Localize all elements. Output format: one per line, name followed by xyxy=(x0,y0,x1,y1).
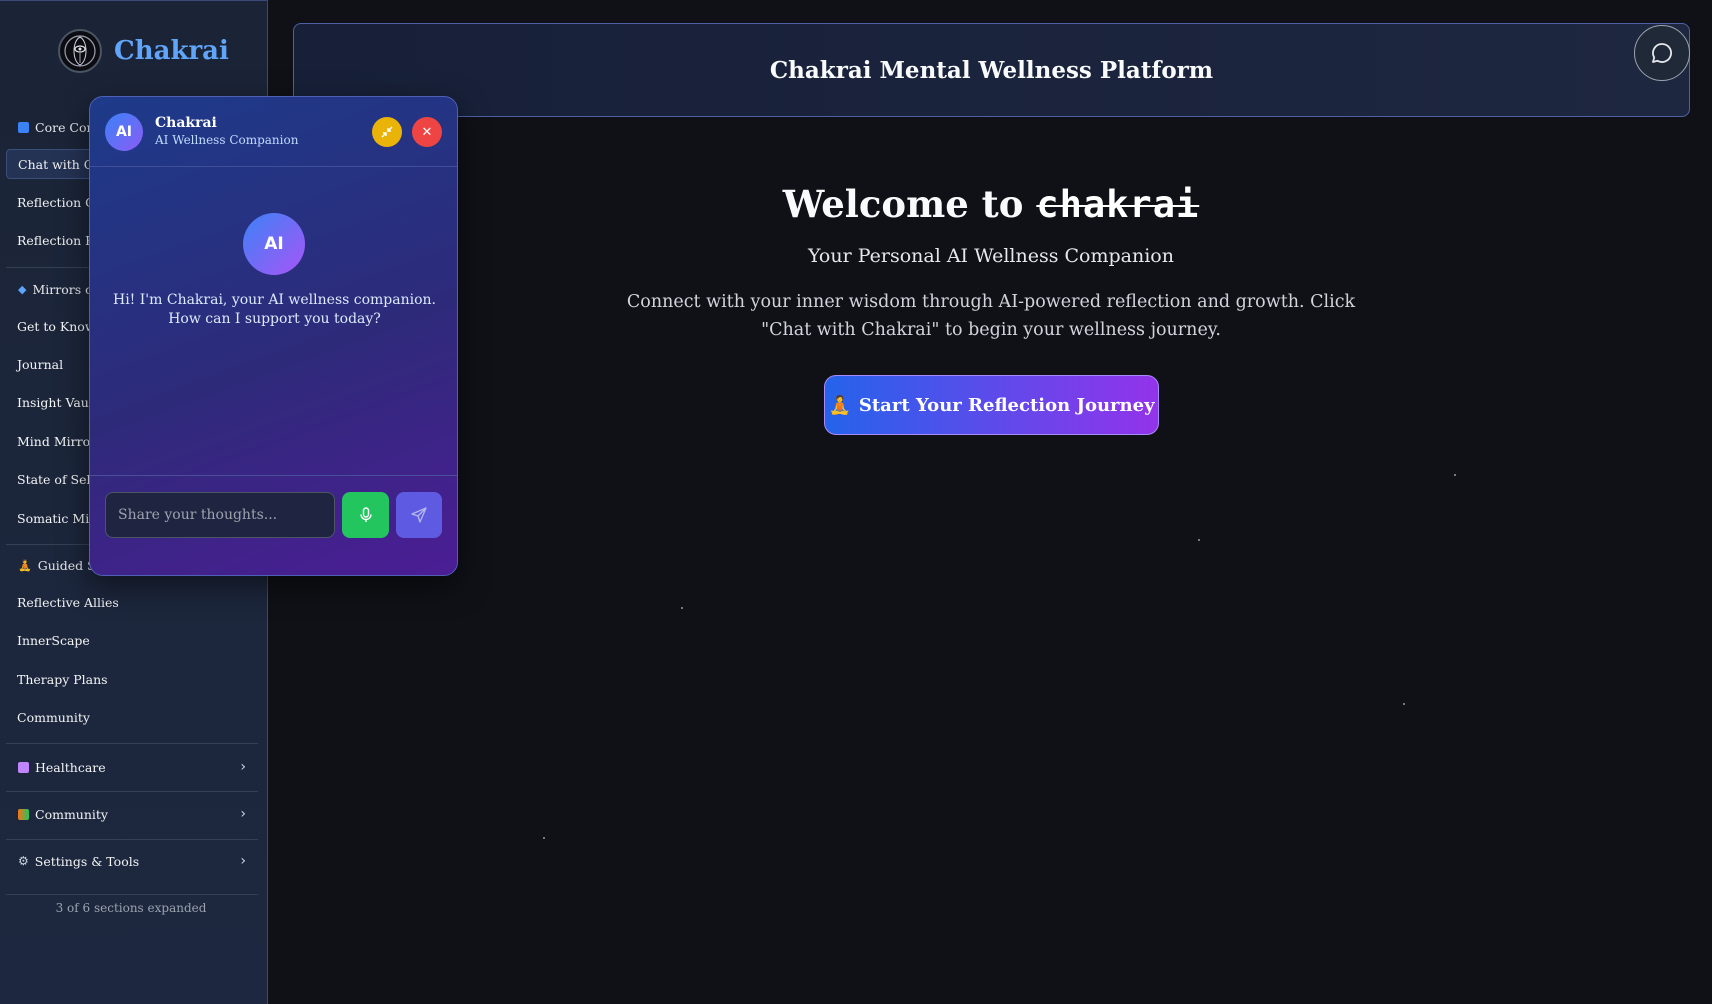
sidebar-item-community[interactable]: Community xyxy=(17,710,90,725)
start-reflection-button[interactable]: 🧘 Start Your Reflection Journey xyxy=(824,375,1159,435)
close-icon: ✕ xyxy=(421,124,433,140)
microphone-icon xyxy=(359,507,372,522)
sections-status: 3 of 6 sections expanded xyxy=(55,901,207,915)
divider xyxy=(6,839,258,840)
chakrai-logo-icon xyxy=(58,29,102,73)
chevron-right-icon: › xyxy=(240,853,246,869)
section-healthcare[interactable]: Healthcare › xyxy=(18,759,246,775)
sidebar-item-insight-vault[interactable]: Insight Vault xyxy=(17,395,98,410)
divider xyxy=(6,894,258,895)
avatar: AI xyxy=(105,113,143,151)
open-chat-button[interactable] xyxy=(1634,25,1690,81)
minimize-button[interactable] xyxy=(372,117,402,147)
section-label: Healthcare xyxy=(35,759,106,775)
sidebar-item-mind-mirror[interactable]: Mind Mirror xyxy=(17,434,96,449)
blue-square-icon xyxy=(18,122,29,133)
hero-welcome: Welcome to xyxy=(782,182,1024,226)
chat-name: Chakrai xyxy=(155,115,217,131)
message-input[interactable] xyxy=(105,492,335,538)
brand[interactable]: Chakrai xyxy=(58,29,229,73)
sidebar-item-reflective-allies[interactable]: Reflective Allies xyxy=(17,595,119,610)
hero-brand-word: chakrai xyxy=(1036,183,1200,226)
meditation-icon: 🧘 xyxy=(828,394,851,416)
chat-header: AI Chakrai AI Wellness Companion ✕ xyxy=(90,97,457,167)
send-icon xyxy=(411,507,427,523)
divider xyxy=(6,743,258,744)
page-header: Chakrai Mental Wellness Platform xyxy=(293,23,1690,117)
meditation-icon: 🧘 xyxy=(18,559,32,572)
section-settings-tools[interactable]: ⚙ Settings & Tools › xyxy=(18,853,246,869)
cta-label: Start Your Reflection Journey xyxy=(858,394,1155,416)
chevron-right-icon: › xyxy=(240,759,246,775)
sidebar-item-journal[interactable]: Journal xyxy=(17,357,63,372)
chat-popup: AI Chakrai AI Wellness Companion ✕ AI Hi… xyxy=(89,96,458,576)
blue-diamond-icon: ◆ xyxy=(18,283,27,296)
section-label: Settings & Tools xyxy=(34,853,140,869)
gear-icon: ⚙ xyxy=(18,854,29,868)
hospital-icon xyxy=(18,761,29,773)
close-button[interactable]: ✕ xyxy=(412,117,442,147)
page-title: Chakrai Mental Wellness Platform xyxy=(769,56,1214,84)
chat-composer xyxy=(90,475,457,575)
assistant-greeting: Hi! I'm Chakrai, your AI wellness compan… xyxy=(112,292,437,327)
chat-bubble-icon xyxy=(1652,43,1672,63)
chevron-right-icon: › xyxy=(240,806,246,822)
section-label: Mirrors o xyxy=(32,282,93,297)
sidebar-item-state-of-self[interactable]: State of Self xyxy=(17,472,95,487)
hero-description: Connect with your inner wisdom through A… xyxy=(626,292,1356,340)
assistant-avatar: AI xyxy=(243,213,305,275)
community-icon xyxy=(18,808,29,820)
sidebar-item-therapy-plans[interactable]: Therapy Plans xyxy=(17,672,108,687)
divider xyxy=(6,791,258,792)
minimize-icon xyxy=(381,126,393,138)
voice-input-button[interactable] xyxy=(342,492,389,538)
section-community[interactable]: Community › xyxy=(18,806,246,822)
sidebar-item-get-to-know[interactable]: Get to Know xyxy=(17,319,96,334)
section-label: Community xyxy=(35,806,108,822)
chat-role: AI Wellness Companion xyxy=(155,133,299,147)
brand-name: Chakrai xyxy=(114,36,229,66)
send-button[interactable] xyxy=(396,492,442,538)
sidebar-item-innerscape[interactable]: InnerScape xyxy=(17,633,90,648)
